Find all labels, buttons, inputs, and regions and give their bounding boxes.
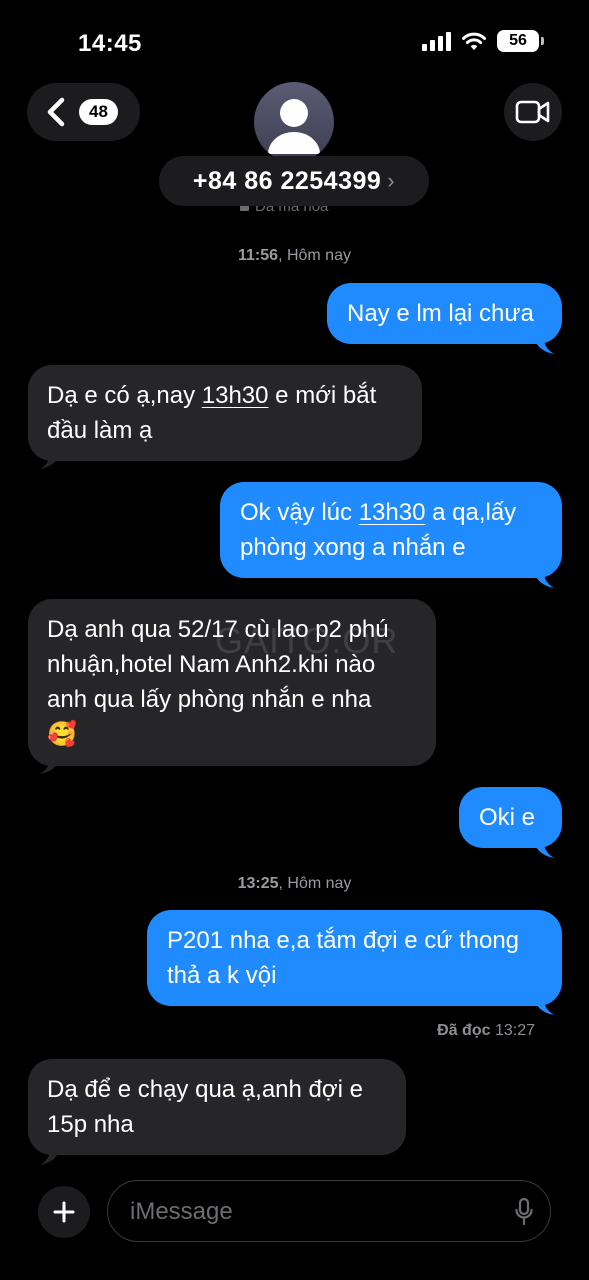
timestamp-label: , Hôm nay bbox=[278, 247, 351, 264]
message-text: Nay e lm lại chưa bbox=[347, 300, 534, 327]
time-link[interactable]: 13h30 bbox=[202, 382, 269, 409]
time-link[interactable]: 13h30 bbox=[359, 499, 426, 526]
video-call-button[interactable] bbox=[504, 83, 562, 141]
message-bubble-incoming[interactable]: Dạ để e chạy qua ạ,anh đợi e 15p nha bbox=[28, 1059, 406, 1155]
bubble-tail bbox=[40, 1144, 62, 1165]
message-text: e mới bắt bbox=[268, 382, 377, 409]
person-icon bbox=[268, 99, 320, 154]
bubble-tail bbox=[532, 837, 554, 858]
message-bubble-outgoing[interactable]: P201 nha e,a tắm đợi e cứ thong thả a k … bbox=[147, 910, 562, 1006]
message-text: phòng xong a nhắn e bbox=[240, 534, 466, 561]
message-text: P201 nha e,a tắm đợi e cứ thong bbox=[167, 927, 520, 954]
status-time: 14:45 bbox=[78, 30, 142, 57]
contact-number: +84 86 2254399 bbox=[192, 166, 382, 195]
timestamp-label: , Hôm nay bbox=[278, 875, 352, 892]
timestamp-time: 11:56 bbox=[238, 247, 279, 264]
contact-avatar[interactable] bbox=[254, 82, 334, 162]
bubble-tail bbox=[532, 333, 554, 354]
message-text: 15p nha bbox=[47, 1111, 134, 1138]
message-text: Oki e bbox=[479, 804, 536, 831]
apps-plus-button[interactable] bbox=[38, 1186, 90, 1238]
message-input[interactable] bbox=[128, 1181, 492, 1243]
message-text: Dạ e có ạ,nay bbox=[47, 382, 202, 409]
video-camera-icon bbox=[515, 100, 550, 124]
message-text: anh qua lấy phòng nhắn e nha bbox=[47, 686, 372, 713]
bubble-tail bbox=[532, 567, 554, 588]
battery-icon: 56 bbox=[497, 30, 544, 52]
read-receipt: Đã đọc 13:27 bbox=[437, 1022, 535, 1040]
wifi-icon bbox=[462, 32, 486, 50]
bubble-tail bbox=[40, 753, 62, 774]
watermark: GAITO.OR bbox=[215, 620, 399, 661]
plus-icon bbox=[53, 1201, 75, 1223]
status-icons: 56 bbox=[422, 30, 544, 52]
message-bubble-outgoing[interactable]: Ok vậy lúc 13h30 a qa,lấy phòng xong a n… bbox=[220, 482, 562, 578]
bubble-tail bbox=[532, 994, 554, 1015]
bubble-tail bbox=[40, 448, 62, 469]
read-receipt-label: Đã đọc bbox=[437, 1022, 491, 1039]
message-text: a qa,lấy bbox=[425, 499, 517, 526]
message-text: Dạ để e chạy qua ạ,anh đợi e bbox=[47, 1076, 363, 1103]
message-bubble-outgoing[interactable]: Nay e lm lại chưa bbox=[327, 283, 562, 344]
back-button[interactable]: 48 bbox=[27, 83, 140, 141]
unread-count-badge: 48 bbox=[79, 99, 118, 125]
read-receipt-time: 13:27 bbox=[494, 1022, 535, 1039]
chevron-left-icon bbox=[47, 97, 65, 127]
message-text: đầu làm ạ bbox=[47, 417, 153, 444]
timestamp-divider: 11:56, Hôm nay bbox=[0, 247, 589, 265]
timestamp-time: 13:25 bbox=[237, 875, 279, 892]
emoji-smiling-hearts: 🥰 bbox=[47, 721, 77, 748]
message-text: thả a k vội bbox=[167, 962, 277, 989]
message-bubble-incoming[interactable]: Dạ e có ạ,nay 13h30 e mới bắt đầu làm ạ bbox=[28, 365, 422, 461]
message-text: Ok vậy lúc bbox=[240, 499, 359, 526]
chevron-right-icon: › bbox=[387, 168, 396, 193]
timestamp-divider: 13:25, Hôm nay bbox=[0, 875, 589, 893]
microphone-icon[interactable] bbox=[514, 1197, 534, 1227]
message-input-container[interactable] bbox=[107, 1180, 551, 1243]
contact-name-button[interactable]: +84 86 2254399 › bbox=[159, 156, 429, 206]
signal-icon bbox=[422, 31, 451, 51]
